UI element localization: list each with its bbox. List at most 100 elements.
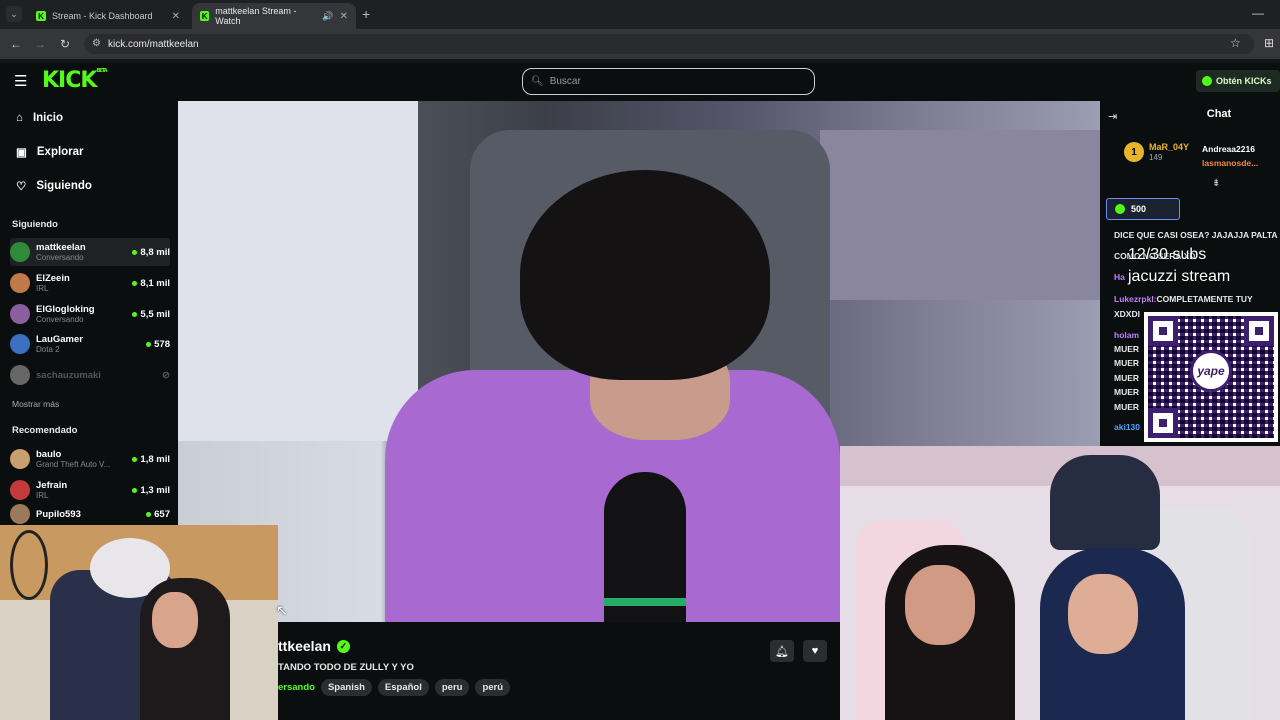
stream-tags: ersando Spanish Español peru perú <box>278 679 511 696</box>
avatar <box>10 334 30 354</box>
tab-search-icon[interactable]: ⌄ <box>6 6 22 22</box>
webcam-scene-fan <box>10 530 48 600</box>
viewer-count-text: 657 <box>154 508 170 520</box>
kick-favicon-icon: K <box>200 11 210 21</box>
live-dot-icon <box>132 456 138 462</box>
channel-name: sachauzumaki <box>36 369 101 381</box>
channel-item-pupilo593[interactable]: Pupilo593 657 <box>10 503 170 525</box>
yape-logo: yape <box>1190 350 1232 392</box>
speaker-icon[interactable]: 🔊 <box>322 11 333 22</box>
kicks-coin-icon <box>1202 76 1212 86</box>
forward-arrow-icon[interactable]: → <box>34 37 46 51</box>
site-settings-icon[interactable]: ⚙ <box>92 38 101 49</box>
channel-item-mattkeelan[interactable]: mattkeelan Conversando 8,8 mil <box>10 238 170 266</box>
subs-goal-text: 12/30 subs <box>1128 246 1207 263</box>
minimize-window-icon[interactable]: — <box>1252 6 1264 20</box>
chat-message: Lukezrpkl:COMPLETAMENTE TUY <box>1114 294 1280 304</box>
channel-item-laugamer[interactable]: LauGamer Dota 2 578 <box>10 330 170 358</box>
avatar <box>10 304 30 324</box>
chat-title: Chat <box>1206 108 1232 120</box>
sidebar-item-inicio[interactable]: ⌂ Inicio <box>16 108 63 128</box>
url-text: kick.com/mattkeelan <box>108 38 199 50</box>
channel-name: baulo <box>36 448 62 460</box>
chat-text: MUER <box>1114 358 1140 368</box>
viewer-count: 8,8 mil <box>132 247 170 258</box>
video-scene-wall <box>178 101 418 441</box>
verified-icon: ✓ <box>336 639 350 653</box>
channel-category: IRL <box>36 490 49 500</box>
new-tab-button[interactable]: + <box>362 6 370 22</box>
webcam-scene-person <box>1050 455 1160 550</box>
follow-heart-icon[interactable]: ♥ <box>803 640 827 662</box>
channel-item-elglogloking[interactable]: ElGlogloking Conversando 5,5 mil <box>10 300 170 328</box>
notification-bell-icon[interactable]: 🔔︎ <box>770 640 794 662</box>
reload-icon[interactable]: ↻ <box>60 37 70 51</box>
avatar <box>10 365 30 385</box>
viewer-count-text: 5,5 mil <box>140 308 170 320</box>
gifter-name: lasmanosde... <box>1202 158 1259 168</box>
channel-name: Pupilo593 <box>36 508 81 520</box>
pinned-messages-icon[interactable]: ⇟ <box>1212 178 1220 189</box>
tag-chip[interactable]: perú <box>475 679 511 696</box>
browser-tab-dashboard[interactable]: K Stream - Kick Dashboard ✕ <box>28 3 188 29</box>
address-bar[interactable]: kick.com/mattkeelan <box>84 34 1254 54</box>
sidebar-item-siguiendo[interactable]: ♡ Siguiendo <box>16 176 92 196</box>
tab-close-icon[interactable]: ✕ <box>172 11 180 22</box>
search-icon: 🔍︎ <box>531 76 544 87</box>
sidebar-item-explorar[interactable]: ▣ Explorar <box>16 142 84 162</box>
gifter-list[interactable]: Andreaa2216 lasmanosde... <box>1202 142 1258 170</box>
qr-finder <box>1244 316 1274 346</box>
channel-name: ElZeein <box>36 272 70 284</box>
channel-name: LauGamer <box>36 333 83 345</box>
recommended-section-title: Recomendado <box>12 425 78 436</box>
get-kicks-button[interactable]: Obtén KICKs <box>1196 70 1280 92</box>
back-arrow-icon[interactable]: ← <box>10 37 22 51</box>
kick-logo[interactable]: KICKBETA <box>42 68 108 93</box>
tag-chip[interactable]: Spanish <box>320 679 372 696</box>
chat-text: DICE QUE CASI OSEA? JAJAJJA PALTA <box>1114 230 1278 240</box>
browser-tab-stream[interactable]: K mattkeelan Stream - Watch 🔊 ✕ <box>192 3 356 29</box>
bookmark-star-icon[interactable]: ☆ <box>1230 36 1241 50</box>
search-input[interactable]: 🔍︎ Buscar <box>522 68 815 95</box>
chat-user[interactable]: holam <box>1114 330 1139 340</box>
live-dot-icon <box>132 280 138 286</box>
avatar <box>10 504 30 524</box>
live-dot-icon <box>146 511 152 517</box>
channel-item-jefrain[interactable]: Jefrain IRL 1,3 mil <box>10 476 170 504</box>
channel-category: Conversando <box>36 252 84 262</box>
chat-message: DICE QUE CASI OSEA? JAJAJJA PALTA <box>1114 230 1280 240</box>
channel-name: ElGlogloking <box>36 303 95 315</box>
channel-item-elzeein[interactable]: ElZeein IRL 8,1 mil <box>10 269 170 297</box>
tab-close-icon[interactable]: ✕ <box>340 11 348 22</box>
avatar <box>10 242 30 262</box>
tag-chip[interactable]: Español <box>377 679 429 696</box>
channel-name-heading[interactable]: ttkeelan ✓ <box>278 638 350 654</box>
menu-icon[interactable]: ☰ <box>14 72 27 90</box>
viewer-count-text: 1,3 mil <box>140 484 170 496</box>
kicks-gift-badge[interactable]: 500 <box>1106 198 1180 220</box>
kicks-coin-icon <box>1115 204 1125 214</box>
viewer-count: 1,8 mil <box>132 454 170 465</box>
show-more-link[interactable]: Mostrar más <box>12 399 59 409</box>
kick-favicon-icon: K <box>36 11 46 21</box>
chat-text: MUER <box>1114 373 1140 383</box>
chat-text: MUER <box>1114 387 1140 397</box>
search-placeholder: Buscar <box>549 76 581 87</box>
extensions-icon[interactable]: ⊞ <box>1264 36 1274 50</box>
chat-user[interactable]: aki130 <box>1114 422 1140 432</box>
channel-category: Grand Theft Auto V... <box>36 459 111 469</box>
channel-item-baulo[interactable]: baulo Grand Theft Auto V... 1,8 mil <box>10 445 170 473</box>
live-dot-icon <box>132 249 138 255</box>
heart-icon: ♡ <box>16 181 27 193</box>
video-scene-hair <box>520 170 770 380</box>
chat-text: MUER <box>1114 402 1140 412</box>
stream-category-link[interactable]: ersando <box>278 682 315 693</box>
top-gifter[interactable]: 1 MaR_04Y 149 <box>1124 142 1189 162</box>
chat-user[interactable]: Lukezrpkl: <box>1114 294 1157 304</box>
channel-item-sachauzumaki[interactable]: sachauzumaki ⊘ <box>10 361 170 389</box>
chat-user[interactable]: Ha <box>1114 272 1125 282</box>
tag-chip[interactable]: peru <box>434 679 470 696</box>
webcam-scene-face <box>152 592 198 648</box>
stream-overlay-text: 12/30 subs jacuzzi stream <box>1128 244 1230 288</box>
viewer-count: 657 <box>146 509 170 520</box>
